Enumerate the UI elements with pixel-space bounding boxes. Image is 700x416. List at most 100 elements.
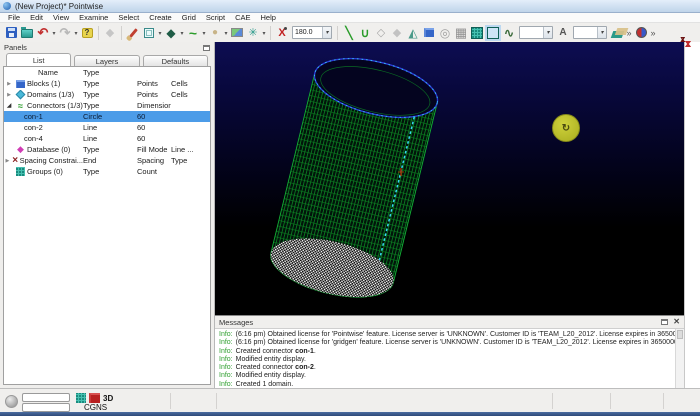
- message-text: Created 1 domain.: [236, 381, 294, 388]
- chevron-down-icon[interactable]: [322, 27, 331, 38]
- messages-log: Info: (6:16 pm) Obtained license for 'Poi…: [215, 329, 675, 388]
- messages-scrollbar[interactable]: [675, 329, 684, 388]
- menu-item-examine[interactable]: Examine: [74, 13, 113, 22]
- status-bar: 3D CGNS: [0, 388, 700, 412]
- trackball-icon: [5, 395, 18, 408]
- chevron-down-icon[interactable]: [597, 27, 606, 38]
- chevron-down-icon[interactable]: [543, 27, 552, 38]
- menu-item-edit[interactable]: Edit: [25, 13, 48, 22]
- create-connector-button[interactable]: [185, 25, 201, 41]
- expander-collapsed-icon[interactable]: ▶: [4, 81, 14, 87]
- examine-button[interactable]: [274, 25, 290, 41]
- panels-header: Panels: [0, 42, 214, 53]
- message-line: Info:(6:16 pm) Obtained license for 'gri…: [219, 339, 675, 347]
- save-button[interactable]: [3, 25, 19, 41]
- circular-arc-button[interactable]: [357, 25, 373, 41]
- redo-button[interactable]: [57, 25, 73, 41]
- message-text: Modified entity display.: [236, 356, 306, 363]
- status-separator: [216, 393, 217, 409]
- float-panel-icon[interactable]: [203, 45, 210, 51]
- viewport-canvas[interactable]: [215, 42, 684, 315]
- tree-row-blocks-1[interactable]: ▶Blocks (1)TypePointsCells: [4, 78, 210, 89]
- block-button[interactable]: [421, 25, 437, 41]
- spline-button[interactable]: [501, 25, 517, 41]
- annotation-button[interactable]: [555, 25, 571, 41]
- tree-row-groups-0[interactable]: Groups (0)TypeCount: [4, 166, 210, 177]
- status-field-1[interactable]: [22, 393, 70, 402]
- wireframe-cube-icon: [144, 28, 154, 38]
- image-export-button[interactable]: [229, 25, 245, 41]
- tree-item-label: con-1: [24, 112, 43, 121]
- tree-row-con-2[interactable]: con-2 Line60: [4, 122, 210, 133]
- tree-item-label: con-2: [24, 123, 43, 132]
- menu-item-create[interactable]: Create: [144, 13, 177, 22]
- rotation-angle-combo[interactable]: 180.0: [292, 26, 332, 39]
- surface-button[interactable]: [373, 25, 389, 41]
- message-text: (6:16 pm) Obtained license for 'Pointwis…: [236, 331, 675, 338]
- dimension-combo[interactable]: [519, 26, 553, 39]
- menu-item-view[interactable]: View: [48, 13, 74, 22]
- column-name: Name: [4, 68, 83, 77]
- tree-row-domains-1-3[interactable]: ▶Domains (1/3)TypePointsCells: [4, 89, 210, 100]
- menu-item-file[interactable]: File: [3, 13, 25, 22]
- message-text: Created connector: [236, 364, 296, 371]
- surface-filled-button[interactable]: [389, 25, 405, 41]
- tree-row-con-4[interactable]: con-4Line60: [4, 133, 210, 144]
- diamond-gray-icon: [106, 26, 114, 39]
- close-icon[interactable]: ✕: [673, 318, 680, 326]
- mesh-button[interactable]: [453, 25, 469, 41]
- tree-row-database-0[interactable]: Database (0)TypeFill ModeLine ...: [4, 144, 210, 155]
- expander-collapsed-icon[interactable]: ▶: [4, 92, 14, 98]
- revolve-button[interactable]: [437, 25, 453, 41]
- tree-item-label: Spacing Constrai...: [20, 156, 83, 165]
- menu-item-cae[interactable]: CAE: [230, 13, 255, 22]
- tab-list[interactable]: List: [6, 53, 71, 66]
- structured-domain-button[interactable]: [469, 25, 485, 41]
- display-viewport[interactable]: [215, 42, 684, 315]
- panels-title: Panels: [4, 43, 27, 52]
- blocks-icon: [16, 80, 25, 88]
- spacing-combo[interactable]: [573, 26, 607, 39]
- menu-item-select[interactable]: Select: [113, 13, 144, 22]
- web-view-dropdown[interactable]: [261, 28, 267, 37]
- layers-button[interactable]: [609, 25, 625, 41]
- menu-item-help[interactable]: Help: [255, 13, 280, 22]
- status-field-2[interactable]: [22, 403, 70, 412]
- overflow-chevron[interactable]: [649, 28, 657, 38]
- mask-button[interactable]: [633, 25, 649, 41]
- float-messages-icon[interactable]: [661, 319, 668, 325]
- tab-layers[interactable]: Layers: [74, 55, 139, 66]
- toolbar-separator: [98, 26, 99, 40]
- tree-cell: 60: [127, 123, 171, 132]
- cae-solver-button[interactable]: [163, 25, 179, 41]
- toolbar-separator: [337, 26, 338, 40]
- web-view-button[interactable]: [245, 25, 261, 41]
- panel-tabs: ListLayers Defaults: [0, 53, 214, 66]
- tree-cell: Type: [83, 101, 127, 110]
- menu-item-grid[interactable]: Grid: [177, 13, 201, 22]
- two-point-line-button[interactable]: [341, 25, 357, 41]
- menu-item-script[interactable]: Script: [201, 13, 230, 22]
- tree-row-con-1[interactable]: con-1Circle60: [4, 111, 210, 122]
- undo-button[interactable]: [35, 25, 51, 41]
- glyph-display-button[interactable]: [102, 25, 118, 41]
- tree-row-spacing-constrai[interactable]: ▶Spacing Constrai...EndSpacingType: [4, 155, 210, 166]
- tree-row-connectors-1-3[interactable]: ◢Connectors (1/3)TypeDimension: [4, 100, 210, 111]
- database-icon: [17, 145, 24, 155]
- display-style-button[interactable]: [125, 25, 141, 41]
- expander-expanded-icon[interactable]: ◢: [4, 102, 14, 109]
- scrollbar-thumb[interactable]: [677, 330, 683, 339]
- tree-cell: Line: [83, 123, 127, 132]
- column-type: Type: [83, 68, 127, 77]
- node-tool-button[interactable]: [207, 25, 223, 41]
- expander-collapsed-icon[interactable]: ▶: [4, 158, 11, 164]
- dimension-label: 3D: [103, 394, 113, 403]
- message-text: .: [314, 348, 316, 355]
- unstructured-domain-button[interactable]: [485, 25, 501, 41]
- view-cube-button[interactable]: [141, 25, 157, 41]
- open-button[interactable]: [19, 25, 35, 41]
- tab-defaults[interactable]: Defaults: [143, 55, 208, 66]
- info-prefix: Info:: [219, 348, 233, 355]
- prism-button[interactable]: [405, 25, 421, 41]
- help-button[interactable]: [79, 25, 95, 41]
